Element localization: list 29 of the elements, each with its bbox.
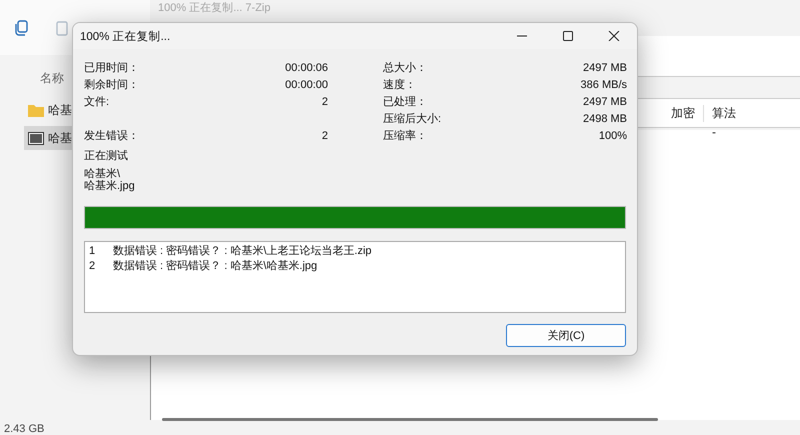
error-number: 1: [89, 244, 96, 259]
stat-value: 2: [322, 130, 328, 143]
path-text: 哈基米\: [84, 168, 122, 180]
error-message: 数据错误 : 密码错误？ : 哈基米\上老王论坛当老王.zip: [113, 244, 372, 259]
stat-label: 已处理：: [383, 96, 427, 109]
stat-label: 总大小：: [383, 62, 427, 75]
window-title: 100% 正在复制... 7-Zip: [158, 0, 270, 14]
stat-value: 00:00:00: [285, 79, 328, 92]
stat-label: 剩余时间：: [84, 79, 139, 92]
stat-label: 速度：: [383, 79, 416, 92]
stat-label: 发生错误：: [84, 130, 139, 143]
error-number: 2: [89, 259, 96, 274]
stat-value: 2497 MB: [582, 96, 627, 109]
status-text: 正在测试: [84, 150, 129, 163]
stat-label: 压缩率：: [383, 130, 427, 143]
stat-value: 386 MB/s: [580, 79, 627, 92]
error-message: 数据错误 : 密码错误？ : 哈基米\哈基米.jpg: [113, 259, 318, 274]
window-title: 100% 正在复制...: [80, 30, 172, 44]
stat-value: 00:00:06: [285, 62, 328, 75]
stat-value: 100%: [598, 130, 627, 143]
stat-label: 压缩后大小:: [383, 113, 442, 126]
stat-value: 2: [322, 96, 328, 109]
stat-value: 2498 MB: [582, 113, 627, 126]
status-text: 2.43 GB: [4, 423, 44, 435]
stat-label: 已用时间：: [84, 62, 139, 75]
path-text: 哈基米.jpg: [84, 180, 136, 192]
stat-value: 2497 MB: [582, 62, 627, 75]
table-cell: -: [712, 125, 716, 139]
stat-label: 文件:: [84, 96, 110, 109]
